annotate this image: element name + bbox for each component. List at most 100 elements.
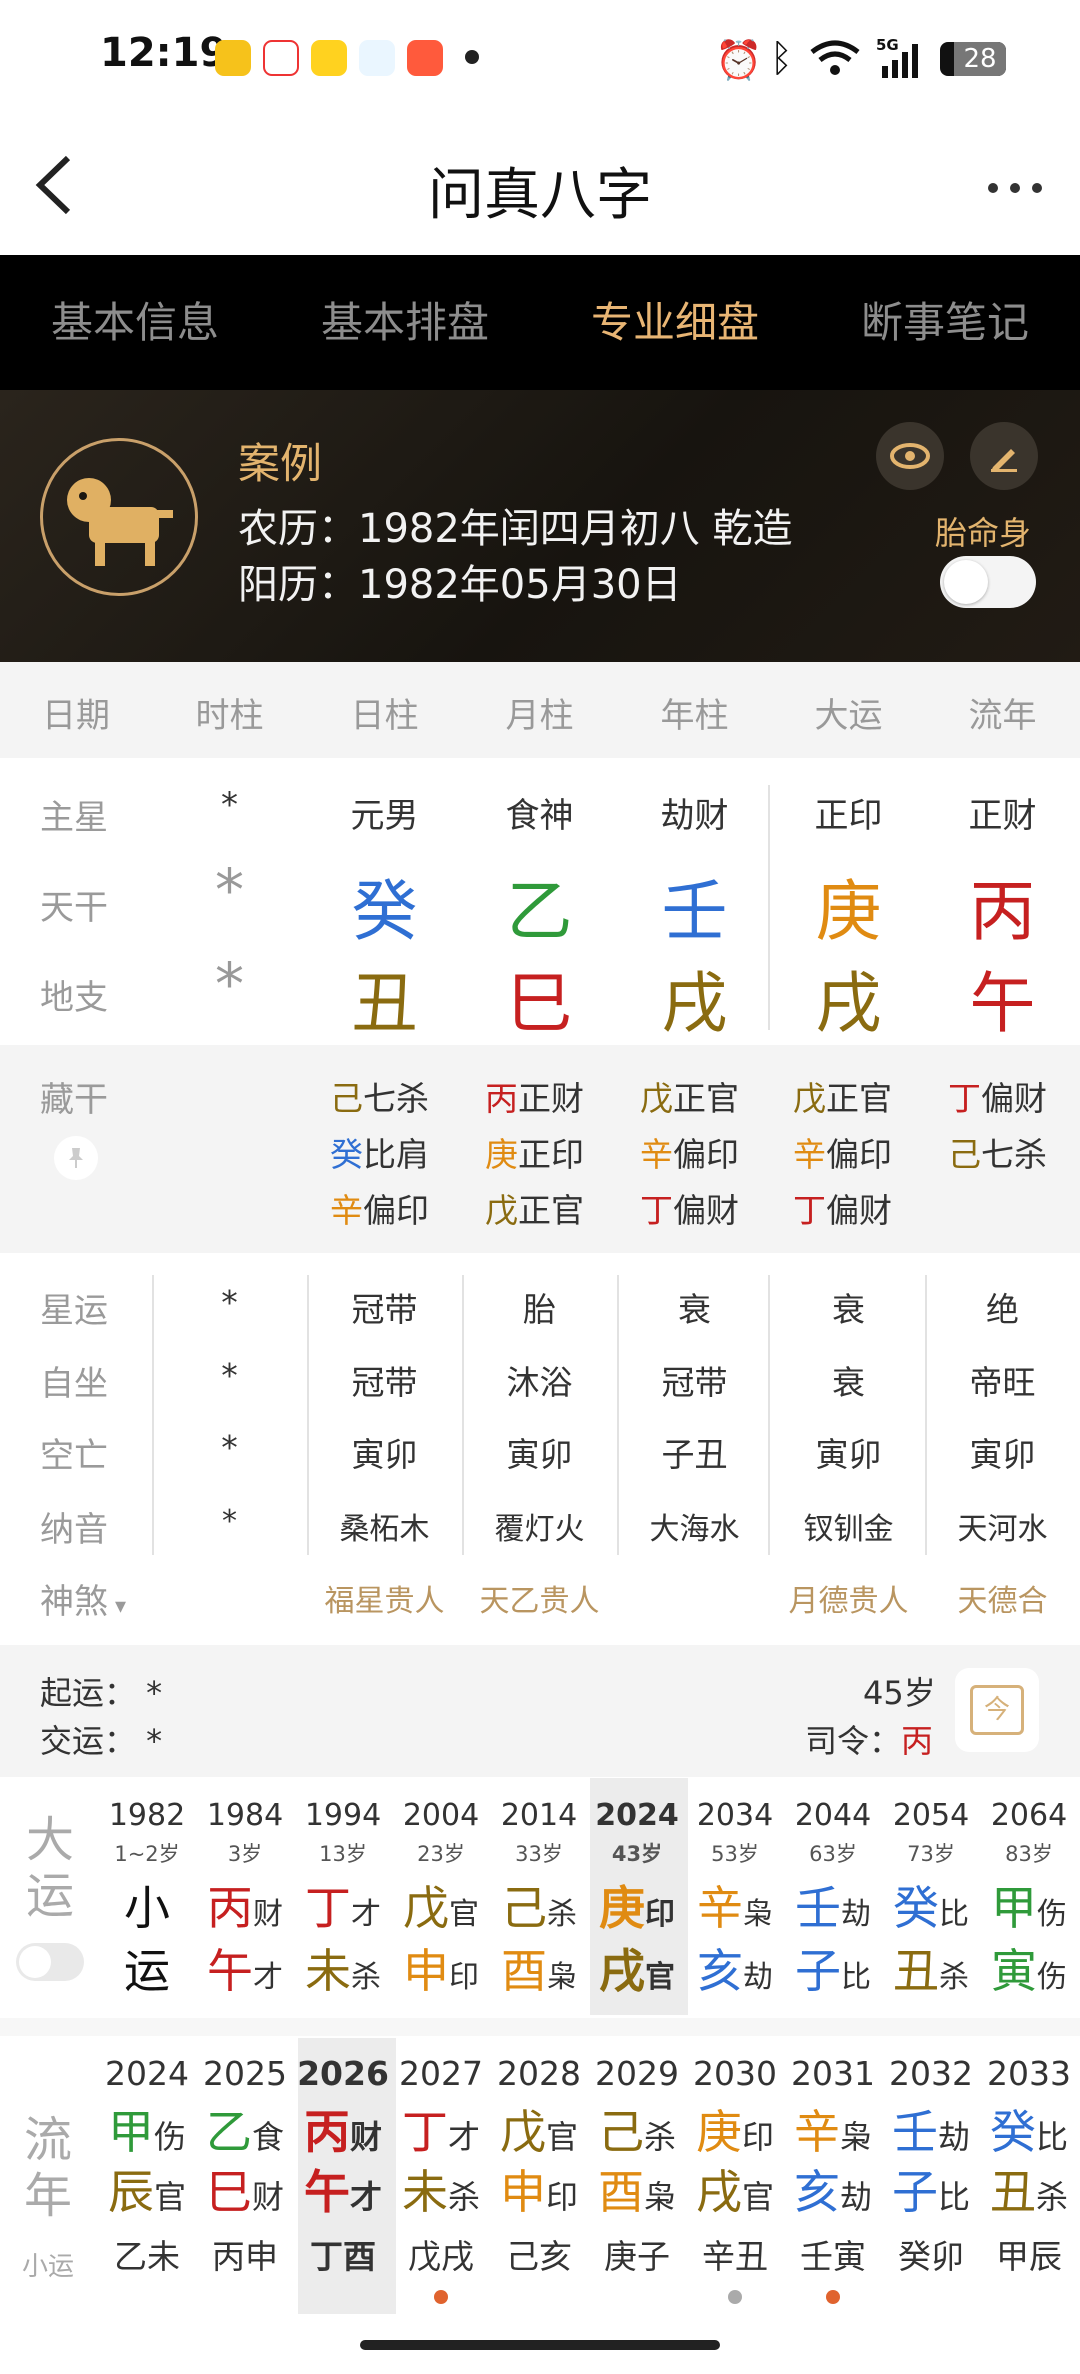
xiaoyun-value: 丙申: [212, 2237, 278, 2276]
xingyun-day: 冠带: [351, 1290, 418, 1329]
liunian-column[interactable]: 2031 辛枭 亥劫 壬寅: [784, 2050, 882, 2310]
dayun-age: 53岁: [711, 1842, 759, 1866]
zizuo-year: 冠带: [661, 1363, 728, 1402]
dayun-branch: 午才: [196, 1935, 294, 2001]
dayun-stem-god: 枭: [743, 1897, 773, 1932]
dayun-branch-char: 子: [795, 1944, 841, 1998]
liunian-column[interactable]: 2024 甲伤 辰官 乙未: [98, 2050, 196, 2310]
shensha-liunian: 天德合: [957, 1584, 1048, 1619]
dizhi-year: 戌: [661, 965, 728, 1042]
triangle-down-icon: ▾: [108, 1594, 127, 1619]
liunian-stem-char: 己: [597, 2105, 644, 2159]
dot-icon: [465, 50, 479, 64]
liunian-column[interactable]: 2028 戊官 申印 己亥: [490, 2050, 588, 2310]
liunian-year: 2033: [987, 2054, 1071, 2093]
liunian-branch: 巳财: [196, 2156, 294, 2222]
xingyun-hour: *: [221, 1283, 238, 1322]
dizhi-liunian: 午: [969, 965, 1036, 1042]
kongwang-year: 子丑: [661, 1435, 728, 1474]
divider: [0, 2018, 1080, 2036]
kongwang-liunian: 寅卯: [969, 1435, 1036, 1474]
liunian-column[interactable]: 2033 癸比 丑杀 甲辰: [980, 2050, 1078, 2310]
taiming-toggle[interactable]: [940, 556, 1036, 608]
edit-button[interactable]: [970, 422, 1038, 490]
more-button[interactable]: [985, 180, 1045, 199]
tab-basic-chart[interactable]: 基本排盘: [270, 255, 540, 390]
tiangan-dayun: 庚: [815, 873, 882, 950]
canggan-item: 戊正官: [640, 1079, 739, 1118]
liunian-stem-char: 辛: [793, 2105, 840, 2159]
dayun-column[interactable]: 1994 13岁 丁才 未杀: [294, 1790, 392, 2010]
dayun-column[interactable]: 2054 73岁 癸比 丑杀: [882, 1790, 980, 2010]
dayun-branch-god: 杀: [939, 1960, 969, 1995]
liunian-column[interactable]: 2025 乙食 巳财 丙申: [196, 2050, 294, 2310]
dayun-column[interactable]: 2014 33岁 己杀 酉枭: [490, 1790, 588, 2010]
liunian-column[interactable]: 2029 己杀 酉枭 庚子: [588, 2050, 686, 2310]
liunian-branch-god: 官: [741, 2178, 774, 2216]
dayun-stem-god: 劫: [841, 1897, 871, 1932]
pin-button[interactable]: [54, 1136, 98, 1180]
dayun-branch: 申印: [392, 1935, 490, 2001]
dayun-stem: 丁才: [294, 1872, 392, 1938]
zizuo-month: 沐浴: [506, 1363, 573, 1402]
nayin-month: 覆灯火: [494, 1512, 585, 1547]
meituan-icon: [215, 40, 251, 76]
dayun-year: 1982: [108, 1798, 186, 1833]
dayun-column[interactable]: 1984 3岁 丙财 午才: [196, 1790, 294, 2010]
liunian-year: 2028: [497, 2054, 581, 2093]
avatar: [40, 438, 198, 596]
liunian-stem-char: 戊: [499, 2105, 546, 2159]
xiaoyun-value: 己亥: [506, 2237, 572, 2276]
dayun-stem-char: 己: [501, 1881, 547, 1935]
shensha-toggle[interactable]: 神煞 ▾: [40, 1574, 126, 1623]
dayun-stem-char: 小: [124, 1881, 170, 1935]
dayun-column[interactable]: 1982 1~2岁小运: [98, 1790, 196, 2010]
dayun-toggle[interactable]: [16, 1943, 84, 1981]
liunian-column[interactable]: 2032 壬劫 子比 癸卯: [882, 2050, 980, 2310]
dayun-age: 13岁: [319, 1842, 367, 1866]
tab-bar: 基本信息 基本排盘 专业细盘 断事笔记: [0, 255, 1080, 390]
liunian-column[interactable]: 2027 丁才 未杀 戊戌: [392, 2050, 490, 2310]
dayun-year: 2024: [595, 1798, 679, 1833]
row-label-shensha: 神煞: [40, 1582, 108, 1622]
dayun-column[interactable]: 2044 63岁 壬劫 子比: [784, 1790, 882, 2010]
canggan-item: 丁偏财: [948, 1079, 1047, 1118]
tiangan-year: 壬: [661, 873, 728, 950]
xiaoyun-label: 小运: [22, 2252, 75, 2282]
dayun-year: 2014: [500, 1798, 578, 1833]
liunian-stem-god: 印: [741, 2118, 774, 2156]
dayun-column[interactable]: 2064 83岁 甲伤 寅伤: [980, 1790, 1078, 2010]
liunian-stem-char: 壬: [891, 2105, 938, 2159]
liunian-year: 2032: [889, 2054, 973, 2093]
app-icon: [407, 40, 443, 76]
liunian-branch: 戌官: [686, 2156, 784, 2222]
liunian-stem: 己杀: [588, 2096, 686, 2162]
liunian-column[interactable]: 2026 丙财 午才 丁酉: [294, 2050, 392, 2310]
dayun-column[interactable]: 2024 43岁 庚印 戌官: [588, 1790, 686, 2010]
liunian-stem-god: 杀: [643, 2118, 676, 2156]
dayun-branch-god: 劫: [743, 1960, 773, 1995]
row-label-tiangan: 天干: [40, 888, 108, 928]
dayun-stem: 庚印: [588, 1872, 686, 1938]
liunian-stem-char: 庚: [695, 2105, 742, 2159]
dayun-column[interactable]: 2004 23岁 戊官 申印: [392, 1790, 490, 2010]
dayun-stem-char: 庚: [599, 1881, 645, 1935]
view-button[interactable]: [876, 422, 944, 490]
canggan-item: 辛偏印: [330, 1191, 429, 1230]
today-button[interactable]: 今: [955, 1668, 1039, 1752]
liunian-stem: 丙财: [294, 2096, 392, 2162]
liunian-branch-char: 酉: [597, 2165, 644, 2219]
liunian-year: 2027: [399, 2054, 483, 2093]
dayun-column[interactable]: 2034 53岁 辛枭 亥劫: [686, 1790, 784, 2010]
home-indicator[interactable]: [360, 2340, 720, 2350]
tab-basic-info[interactable]: 基本信息: [0, 255, 270, 390]
tiangan-month: 乙: [506, 873, 573, 950]
dayun-branch-char: 丑: [893, 1944, 939, 1998]
signal-icon: [882, 44, 918, 78]
marker-dot: [434, 2290, 448, 2304]
dayun-stem-god: 比: [939, 1897, 969, 1932]
tab-professional-chart[interactable]: 专业细盘: [540, 255, 810, 390]
tab-notes[interactable]: 断事笔记: [810, 255, 1080, 390]
liunian-column[interactable]: 2030 庚印 戌官 辛丑: [686, 2050, 784, 2310]
qiyun-start: 起运： *: [40, 1674, 163, 1712]
